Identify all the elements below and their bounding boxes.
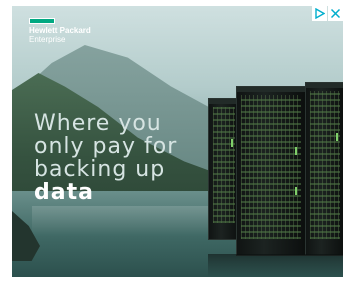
brand-name-line2: Enterprise (29, 35, 66, 44)
headline-line-3: backing up (34, 157, 166, 182)
ad-banner[interactable]: Hewlett Packard Enterprise Where you onl… (12, 6, 343, 277)
server-rack-center (236, 86, 306, 256)
ad-choices-bar (312, 6, 343, 21)
close-icon[interactable] (328, 6, 343, 21)
headline-line-4: data (34, 180, 94, 205)
server-reflection (208, 254, 343, 277)
server-rack-right (305, 82, 343, 256)
adchoices-icon[interactable] (312, 6, 327, 21)
hpe-logo-mark (29, 18, 55, 24)
ad-headline[interactable]: Where you only pay for backing up data (34, 112, 214, 204)
hpe-logo[interactable]: Hewlett Packard Enterprise (29, 18, 91, 44)
headline-line-2: only pay for (34, 134, 178, 159)
headline-line-1: Where you (34, 111, 162, 136)
brand-name-line1: Hewlett Packard (29, 26, 91, 35)
